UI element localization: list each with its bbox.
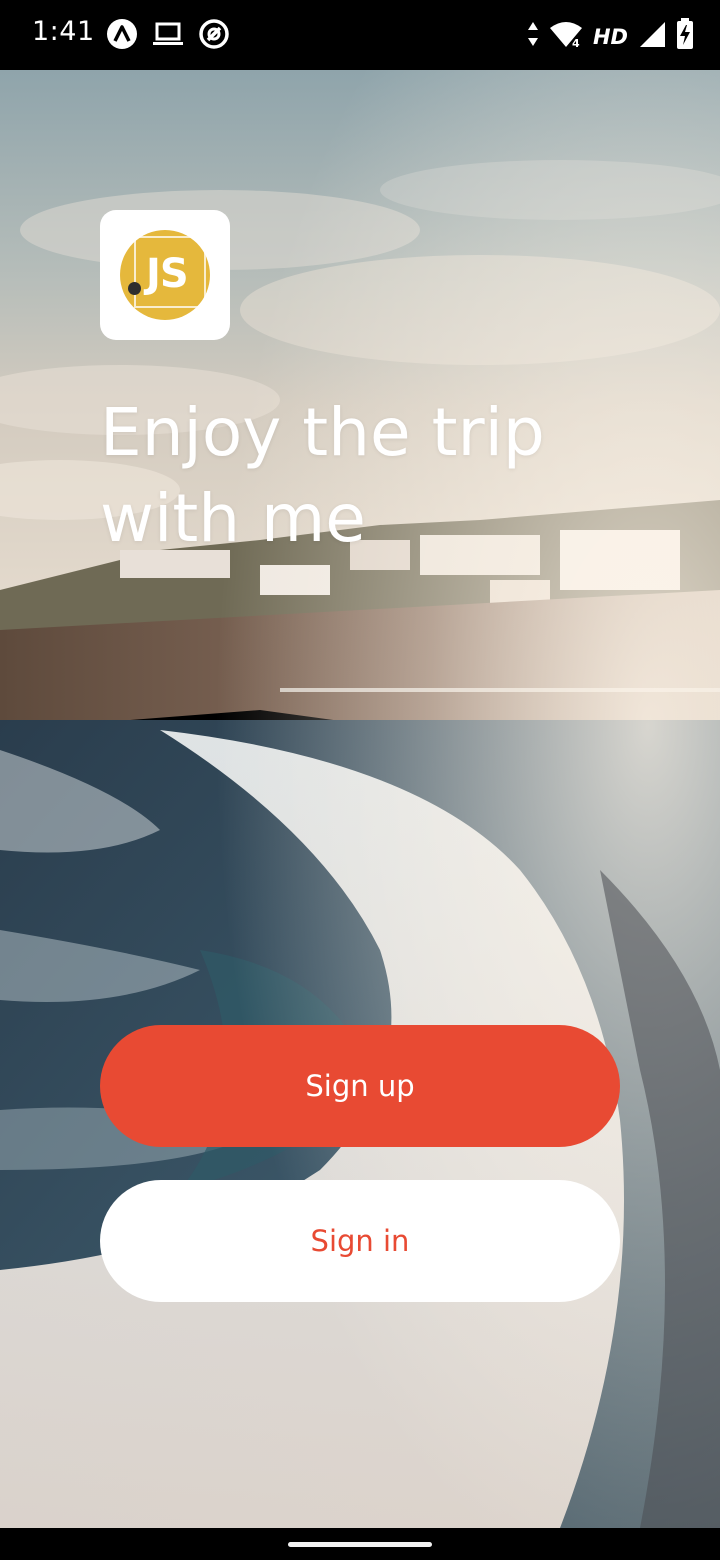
wifi-icon: 4 (549, 20, 583, 53)
welcome-screen: 1:41 4 HD JS Enjoy the trip with me Sign… (0, 0, 720, 1560)
laptop-icon (152, 18, 184, 55)
app-a-icon (106, 18, 138, 55)
welcome-headline: Enjoy the trip with me (100, 394, 545, 557)
status-right-icons: 4 HD (527, 18, 694, 55)
navigation-bar (0, 1528, 720, 1560)
logo-text: JS (146, 251, 189, 297)
status-bar: 1:41 4 HD (0, 0, 720, 70)
signal-icon (638, 20, 666, 53)
no-entry-icon (198, 18, 230, 55)
sign-up-button[interactable]: Sign up (100, 1025, 620, 1147)
status-left-icons (106, 18, 230, 55)
status-time: 1:41 (32, 16, 95, 47)
home-gesture-handle[interactable] (288, 1542, 432, 1547)
app-logo: JS (100, 210, 230, 340)
logo-dot (128, 282, 141, 295)
sign-in-button[interactable]: Sign in (100, 1180, 620, 1302)
data-arrows-icon (527, 20, 539, 53)
network-type-label: HD (592, 24, 628, 49)
battery-charging-icon (676, 18, 694, 55)
svg-text:4: 4 (572, 37, 580, 48)
